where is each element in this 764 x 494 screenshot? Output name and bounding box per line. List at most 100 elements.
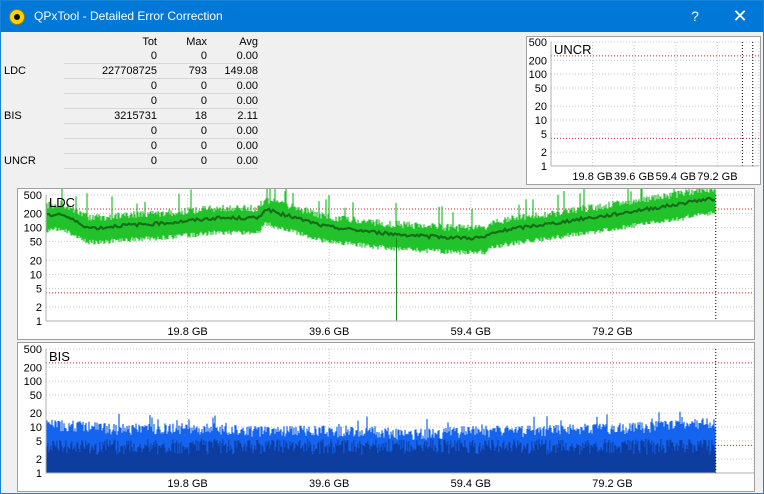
bis-series — [46, 349, 717, 473]
stats-avg: 0.00 — [207, 153, 258, 169]
x-tick-label: 19.8 GB — [167, 478, 207, 490]
stats-label — [4, 79, 64, 94]
stats-label — [4, 94, 64, 109]
stats-avg: 149.08 — [207, 63, 258, 79]
stats-max: 793 — [157, 63, 207, 79]
stats-label: BIS — [4, 110, 22, 122]
y-tick-label: 50 — [535, 83, 547, 95]
stats-row: 0 0 0.00 — [4, 138, 258, 154]
stats-max: 0 — [157, 93, 207, 109]
qpxtool-app-icon — [9, 9, 25, 25]
stats-label — [4, 124, 64, 139]
x-tick-label: 79.2 GB — [592, 326, 632, 338]
stats-max: 0 — [157, 49, 207, 64]
stats-label: UNCR — [4, 155, 36, 167]
title-bar[interactable]: QPxTool - Detailed Error Correction ? ✕ — [1, 1, 763, 32]
y-tick-label: 1 — [36, 468, 42, 480]
y-tick-label: 5 — [36, 283, 42, 295]
stats-label: LDC — [4, 65, 27, 77]
stats-avg: 0.00 — [207, 49, 258, 64]
y-tick-label: 2 — [36, 302, 42, 314]
chart-title: UNCR — [554, 42, 592, 57]
ldc-series — [46, 189, 717, 321]
stats-max: 0 — [157, 123, 207, 139]
y-tick-label: 200 — [24, 209, 42, 221]
y-tick-label: 5 — [541, 129, 547, 141]
y-tick-label: 50 — [30, 390, 42, 402]
stats-tot: 0 — [64, 78, 157, 94]
x-tick-label: 19.8 GB — [572, 171, 612, 183]
stats-max: 0 — [157, 153, 207, 169]
y-tick-label: 500 — [529, 37, 547, 49]
stats-header-blank — [4, 35, 64, 49]
y-tick-label: 100 — [529, 69, 547, 81]
x-tick-label: 79.2 GB — [697, 171, 737, 183]
uncr-chart-panel: 500 200 100 50 20 10 5 2 1 19.8 GB 39.6 GB 59.4 GB 7… — [526, 36, 761, 185]
y-tick-label: 200 — [24, 362, 42, 374]
y-tick-label: 500 — [24, 344, 42, 356]
stats-avg: 0.00 — [207, 78, 258, 94]
stats-avg: 2.11 — [207, 108, 258, 124]
chart-title: LDC — [49, 195, 75, 210]
y-tick-label: 20 — [535, 101, 547, 113]
x-tick-label: 79.2 GB — [592, 478, 632, 490]
stats-tot: 0 — [64, 93, 157, 109]
ldc-chart-panel: 500 200 100 50 20 10 5 2 1 19.8 GB 39.6 GB 59.4 GB 7… — [17, 188, 755, 340]
x-tick-label: 59.4 GB — [451, 326, 491, 338]
stats-avg: 0.00 — [207, 138, 258, 154]
stats-row: 0 0 0.00 — [4, 78, 258, 94]
chart-title: BIS — [49, 349, 70, 364]
y-tick-label: 10 — [30, 269, 42, 281]
stats-max: 18 — [157, 108, 207, 124]
y-tick-label: 200 — [529, 55, 547, 67]
y-tick-label: 100 — [24, 223, 42, 235]
stats-label — [4, 139, 64, 154]
x-tick-label: 39.6 GB — [309, 326, 349, 338]
stats-avg: 0.00 — [207, 123, 258, 139]
stats-row: 0 0 0.00 — [4, 49, 258, 64]
stats-header-max: Max — [186, 36, 207, 48]
bis-chart-panel: 500 200 100 50 20 10 5 2 1 19.8 GB 39.6 GB 59.4 GB 7… — [17, 342, 755, 492]
stats-row: 0 0 0.00 — [4, 123, 258, 139]
stats-max: 0 — [157, 78, 207, 94]
chart-grid — [551, 41, 760, 167]
stats-header-avg: Avg — [239, 36, 258, 48]
x-tick-label: 39.6 GB — [614, 171, 654, 183]
y-tick-label: 1 — [541, 161, 547, 173]
y-tick-label: 1 — [36, 316, 42, 328]
stats-tot: 227708725 — [64, 63, 157, 79]
error-stats-table: Tot Max Avg 0 0 0.00 LDC 227708725 793 149.08… — [4, 35, 258, 169]
stats-label — [4, 49, 64, 64]
x-tick-label: 59.4 GB — [451, 478, 491, 490]
y-tick-label: 10 — [535, 115, 547, 127]
y-tick-label: 20 — [30, 408, 42, 420]
close-button[interactable]: ✕ — [717, 1, 763, 32]
stats-row: 0 0 0.00 — [4, 93, 258, 109]
stats-row: LDC 227708725 793 149.08 — [4, 63, 258, 79]
stats-row: BIS 3215731 18 2.11 — [4, 108, 258, 124]
stats-tot: 0 — [64, 123, 157, 139]
stats-header-row: Tot Max Avg — [4, 35, 258, 49]
stats-tot: 3215731 — [64, 108, 157, 124]
x-tick-label: 59.4 GB — [656, 171, 696, 183]
y-tick-label: 2 — [541, 147, 547, 159]
y-tick-label: 500 — [24, 190, 42, 202]
help-button[interactable]: ? — [672, 1, 718, 32]
qpxtool-window: QPxTool - Detailed Error Correction ? ✕ … — [0, 0, 764, 494]
window-title: QPxTool - Detailed Error Correction — [34, 9, 223, 23]
stats-tot: 0 — [64, 49, 157, 64]
x-tick-label: 39.6 GB — [309, 478, 349, 490]
y-tick-label: 100 — [24, 376, 42, 388]
stats-row: UNCR 0 0 0.00 — [4, 153, 258, 169]
stats-tot: 0 — [64, 153, 157, 169]
y-tick-label: 20 — [30, 255, 42, 267]
y-tick-label: 50 — [30, 237, 42, 249]
stats-header-tot: Tot — [142, 36, 157, 48]
y-tick-label: 10 — [30, 422, 42, 434]
stats-avg: 0.00 — [207, 93, 258, 109]
y-tick-label: 5 — [36, 436, 42, 448]
x-tick-label: 19.8 GB — [167, 326, 207, 338]
stats-max: 0 — [157, 138, 207, 154]
stats-tot: 0 — [64, 138, 157, 154]
y-tick-label: 2 — [36, 454, 42, 466]
